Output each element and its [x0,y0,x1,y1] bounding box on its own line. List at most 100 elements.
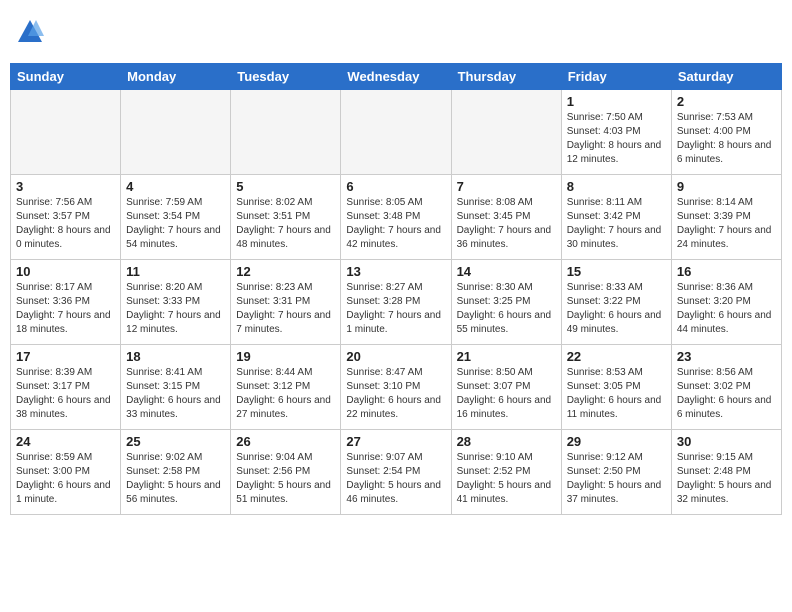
day-cell [11,90,121,175]
day-cell: 29 Sunrise: 9:12 AM Sunset: 2:50 PM Dayli… [561,430,671,515]
day-info: Sunrise: 9:02 AM Sunset: 2:58 PM Dayligh… [126,451,225,507]
week-row-4: 17Sunrise: 8:39 AM Sunset: 3:17 PM Dayli… [11,345,782,430]
calendar-table: SundayMondayTuesdayWednesdayThursdayFrid… [10,63,782,515]
day-cell [231,90,341,175]
day-info: Sunrise: 8:36 AM Sunset: 3:20 PM Dayligh… [677,281,776,337]
day-info: Sunrise: 8:44 AM Sunset: 3:12 PM Dayligh… [236,366,335,422]
day-info: Sunrise: 9:07 AM Sunset: 2:54 PM Dayligh… [346,451,445,507]
day-cell: 23 Sunrise: 8:56 AM Sunset: 3:02 PM Dayli… [671,345,781,430]
day-number: 23 [677,349,776,364]
logo [14,18,44,47]
day-number: 28 [457,434,556,449]
day-cell: 21 Sunrise: 8:50 AM Sunset: 3:07 PM Dayli… [451,345,561,430]
week-row-3: 10 Sunrise: 8:17 AM Sunset: 3:36 PM Dayli… [11,260,782,345]
day-cell: 12 Sunrise: 8:23 AM Sunset: 3:31 PM Dayli… [231,260,341,345]
day-number: 8 [567,179,666,194]
day-number: 26 [236,434,335,449]
day-info: Sunrise: 8:33 AM Sunset: 3:22 PM Dayligh… [567,281,666,337]
day-cell: 26 Sunrise: 9:04 AM Sunset: 2:56 PM Dayli… [231,430,341,515]
day-cell: 5 Sunrise: 8:02 AM Sunset: 3:51 PM Daylig… [231,175,341,260]
day-number: 19 [236,349,335,364]
day-cell: 16 Sunrise: 8:36 AM Sunset: 3:20 PM Dayli… [671,260,781,345]
day-cell: 25 Sunrise: 9:02 AM Sunset: 2:58 PM Dayli… [121,430,231,515]
day-info: Sunrise: 8:53 AM Sunset: 3:05 PM Dayligh… [567,366,666,422]
day-info: Sunrise: 8:23 AM Sunset: 3:31 PM Dayligh… [236,281,335,337]
day-cell: 18Sunrise: 8:41 AM Sunset: 3:15 PM Dayli… [121,345,231,430]
day-number: 27 [346,434,445,449]
day-cell: 27 Sunrise: 9:07 AM Sunset: 2:54 PM Dayli… [341,430,451,515]
day-info: Sunrise: 9:04 AM Sunset: 2:56 PM Dayligh… [236,451,335,507]
day-cell: 24 Sunrise: 8:59 AM Sunset: 3:00 PM Dayli… [11,430,121,515]
day-info: Sunrise: 8:47 AM Sunset: 3:10 PM Dayligh… [346,366,445,422]
day-cell: 9 Sunrise: 8:14 AM Sunset: 3:39 PM Daylig… [671,175,781,260]
day-cell: 11 Sunrise: 8:20 AM Sunset: 3:33 PM Dayli… [121,260,231,345]
day-number: 29 [567,434,666,449]
day-number: 14 [457,264,556,279]
day-number: 1 [567,94,666,109]
day-info: Sunrise: 8:05 AM Sunset: 3:48 PM Dayligh… [346,196,445,252]
day-info: Sunrise: 9:12 AM Sunset: 2:50 PM Dayligh… [567,451,666,507]
col-header-monday: Monday [121,64,231,90]
week-row-5: 24 Sunrise: 8:59 AM Sunset: 3:00 PM Dayli… [11,430,782,515]
col-header-tuesday: Tuesday [231,64,341,90]
day-info: Sunrise: 8:50 AM Sunset: 3:07 PM Dayligh… [457,366,556,422]
day-cell: 6 Sunrise: 8:05 AM Sunset: 3:48 PM Daylig… [341,175,451,260]
day-cell: 4 Sunrise: 7:59 AM Sunset: 3:54 PM Daylig… [121,175,231,260]
page-header [10,10,782,55]
day-number: 3 [16,179,115,194]
day-number: 4 [126,179,225,194]
day-info: Sunrise: 7:50 AM Sunset: 4:03 PM Dayligh… [567,111,666,167]
day-info: Sunrise: 8:20 AM Sunset: 3:33 PM Dayligh… [126,281,225,337]
col-header-sunday: Sunday [11,64,121,90]
day-number: 6 [346,179,445,194]
day-info: Sunrise: 7:53 AM Sunset: 4:00 PM Dayligh… [677,111,776,167]
day-cell: 1 Sunrise: 7:50 AM Sunset: 4:03 PM Daylig… [561,90,671,175]
day-cell: 28 Sunrise: 9:10 AM Sunset: 2:52 PM Dayli… [451,430,561,515]
day-number: 25 [126,434,225,449]
day-info: Sunrise: 8:56 AM Sunset: 3:02 PM Dayligh… [677,366,776,422]
day-number: 20 [346,349,445,364]
day-cell: 19 Sunrise: 8:44 AM Sunset: 3:12 PM Dayli… [231,345,341,430]
day-info: Sunrise: 8:30 AM Sunset: 3:25 PM Dayligh… [457,281,556,337]
day-info: Sunrise: 8:11 AM Sunset: 3:42 PM Dayligh… [567,196,666,252]
day-info: Sunrise: 8:59 AM Sunset: 3:00 PM Dayligh… [16,451,115,507]
week-row-1: 1 Sunrise: 7:50 AM Sunset: 4:03 PM Daylig… [11,90,782,175]
day-info: Sunrise: 8:27 AM Sunset: 3:28 PM Dayligh… [346,281,445,337]
day-info: Sunrise: 9:15 AM Sunset: 2:48 PM Dayligh… [677,451,776,507]
day-cell [451,90,561,175]
day-cell: 7 Sunrise: 8:08 AM Sunset: 3:45 PM Daylig… [451,175,561,260]
day-info: Sunrise: 8:17 AM Sunset: 3:36 PM Dayligh… [16,281,115,337]
day-cell [341,90,451,175]
day-number: 17 [16,349,115,364]
day-info: Sunrise: 8:08 AM Sunset: 3:45 PM Dayligh… [457,196,556,252]
day-cell: 10 Sunrise: 8:17 AM Sunset: 3:36 PM Dayli… [11,260,121,345]
day-number: 5 [236,179,335,194]
day-info: Sunrise: 7:59 AM Sunset: 3:54 PM Dayligh… [126,196,225,252]
logo-icon [16,18,44,46]
col-header-friday: Friday [561,64,671,90]
day-cell: 15 Sunrise: 8:33 AM Sunset: 3:22 PM Dayli… [561,260,671,345]
day-number: 22 [567,349,666,364]
col-header-wednesday: Wednesday [341,64,451,90]
day-info: Sunrise: 8:02 AM Sunset: 3:51 PM Dayligh… [236,196,335,252]
day-number: 11 [126,264,225,279]
day-number: 30 [677,434,776,449]
day-number: 15 [567,264,666,279]
day-number: 16 [677,264,776,279]
day-number: 10 [16,264,115,279]
day-number: 24 [16,434,115,449]
day-cell: 2Sunrise: 7:53 AM Sunset: 4:00 PM Daylig… [671,90,781,175]
col-header-thursday: Thursday [451,64,561,90]
day-number: 21 [457,349,556,364]
day-info: Sunrise: 9:10 AM Sunset: 2:52 PM Dayligh… [457,451,556,507]
col-header-saturday: Saturday [671,64,781,90]
day-info: Sunrise: 8:14 AM Sunset: 3:39 PM Dayligh… [677,196,776,252]
day-cell: 13Sunrise: 8:27 AM Sunset: 3:28 PM Dayli… [341,260,451,345]
day-number: 18 [126,349,225,364]
day-number: 7 [457,179,556,194]
day-number: 9 [677,179,776,194]
day-cell: 20 Sunrise: 8:47 AM Sunset: 3:10 PM Dayli… [341,345,451,430]
day-number: 12 [236,264,335,279]
week-row-2: 3Sunrise: 7:56 AM Sunset: 3:57 PM Daylig… [11,175,782,260]
day-cell: 14 Sunrise: 8:30 AM Sunset: 3:25 PM Dayli… [451,260,561,345]
